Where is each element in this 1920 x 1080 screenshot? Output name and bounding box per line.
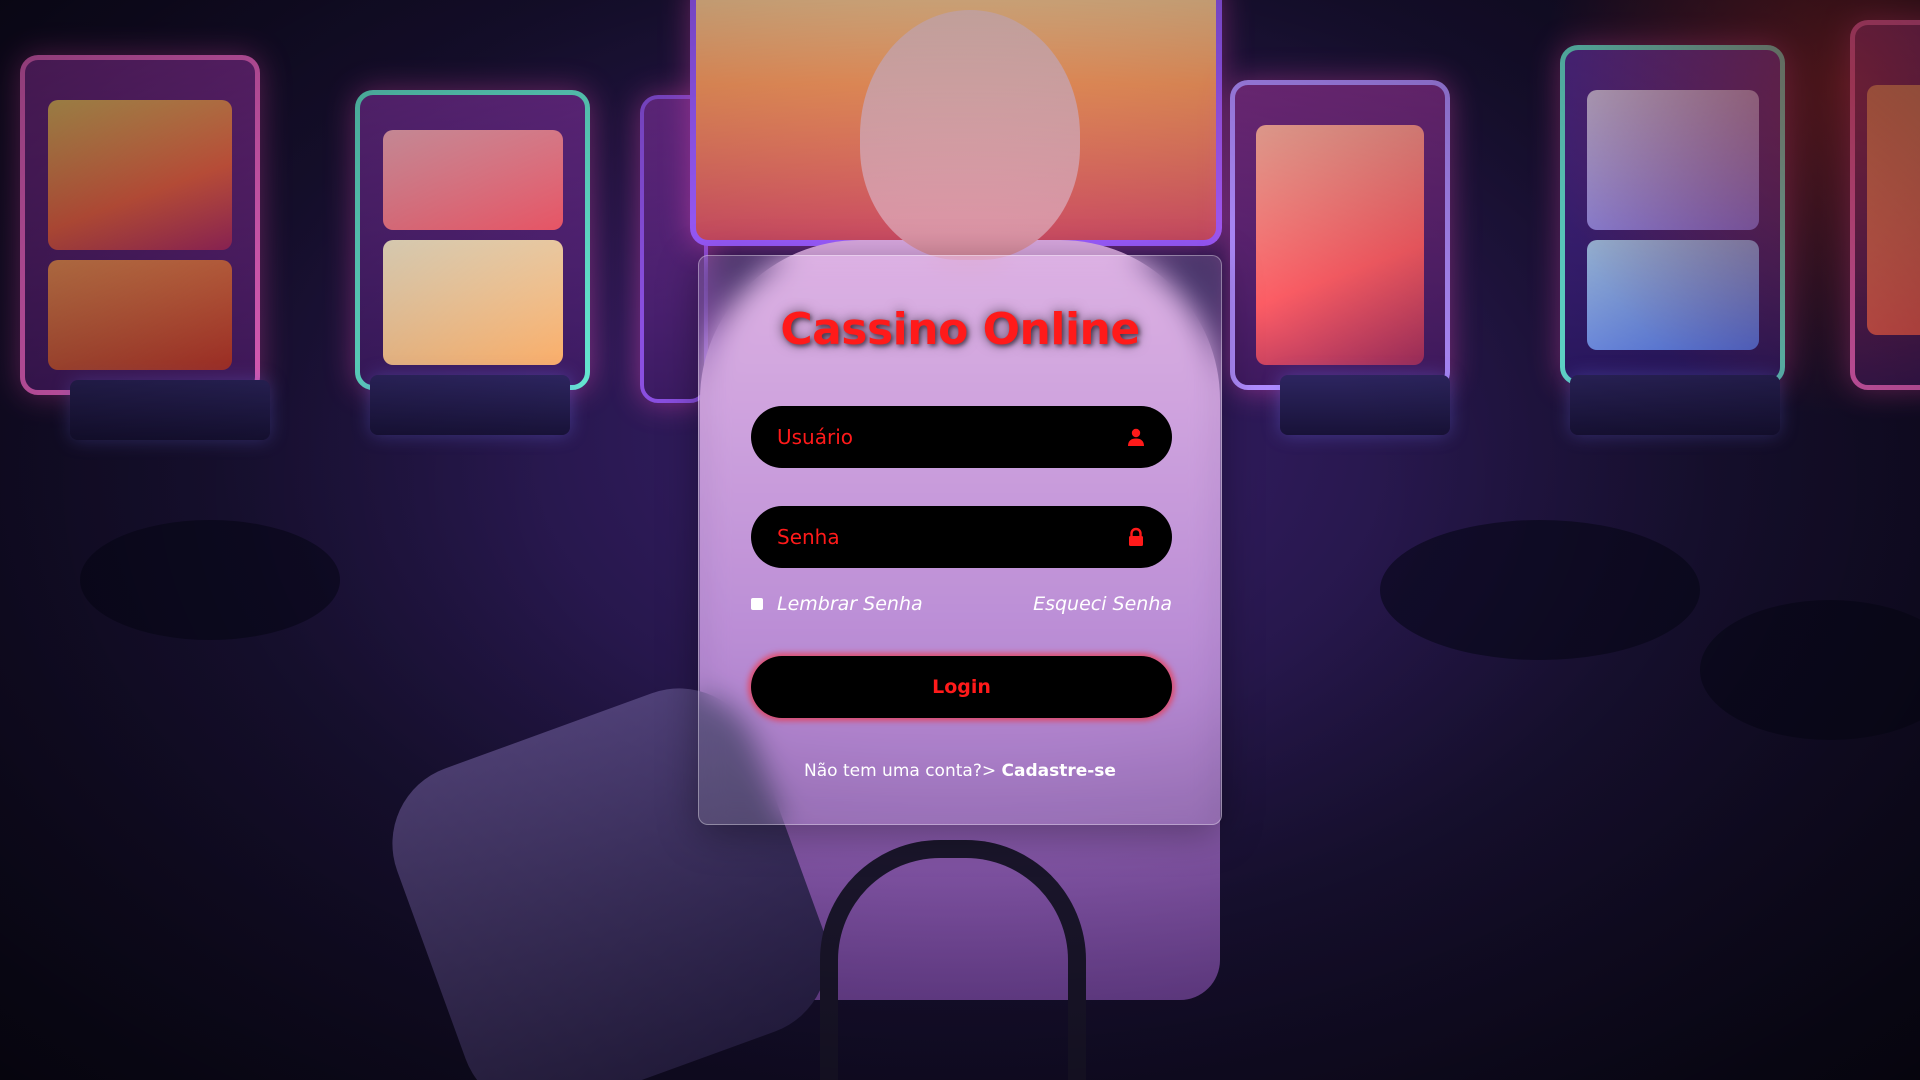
login-options: Lembrar Senha Esqueci Senha: [751, 589, 1172, 619]
username-field-box: [751, 406, 1172, 468]
password-input[interactable]: [777, 506, 1117, 568]
forgot-password-link[interactable]: Esqueci Senha: [1033, 589, 1172, 619]
login-form: Cassino Online Lembrar Senha Esqueci Sen…: [698, 255, 1222, 825]
remember-password-label: Lembrar Senha: [777, 593, 923, 615]
password-field-box: [751, 506, 1172, 568]
checkbox-square[interactable]: [751, 598, 763, 610]
user-icon: [1128, 428, 1144, 446]
lock-icon: [1129, 527, 1143, 546]
username-input[interactable]: [777, 406, 1117, 468]
register-prompt: Não tem uma conta?> Cadastre-se: [699, 761, 1221, 781]
register-link[interactable]: Cadastre-se: [1002, 761, 1116, 781]
login-title: Cassino Online: [780, 304, 1140, 355]
register-prompt-text: Não tem uma conta?>: [804, 761, 997, 781]
login-page: Cassino Online Lembrar Senha Esqueci Sen…: [0, 0, 1920, 1080]
remember-password-checkbox[interactable]: Lembrar Senha: [751, 589, 923, 619]
login-button[interactable]: Login: [751, 656, 1172, 718]
